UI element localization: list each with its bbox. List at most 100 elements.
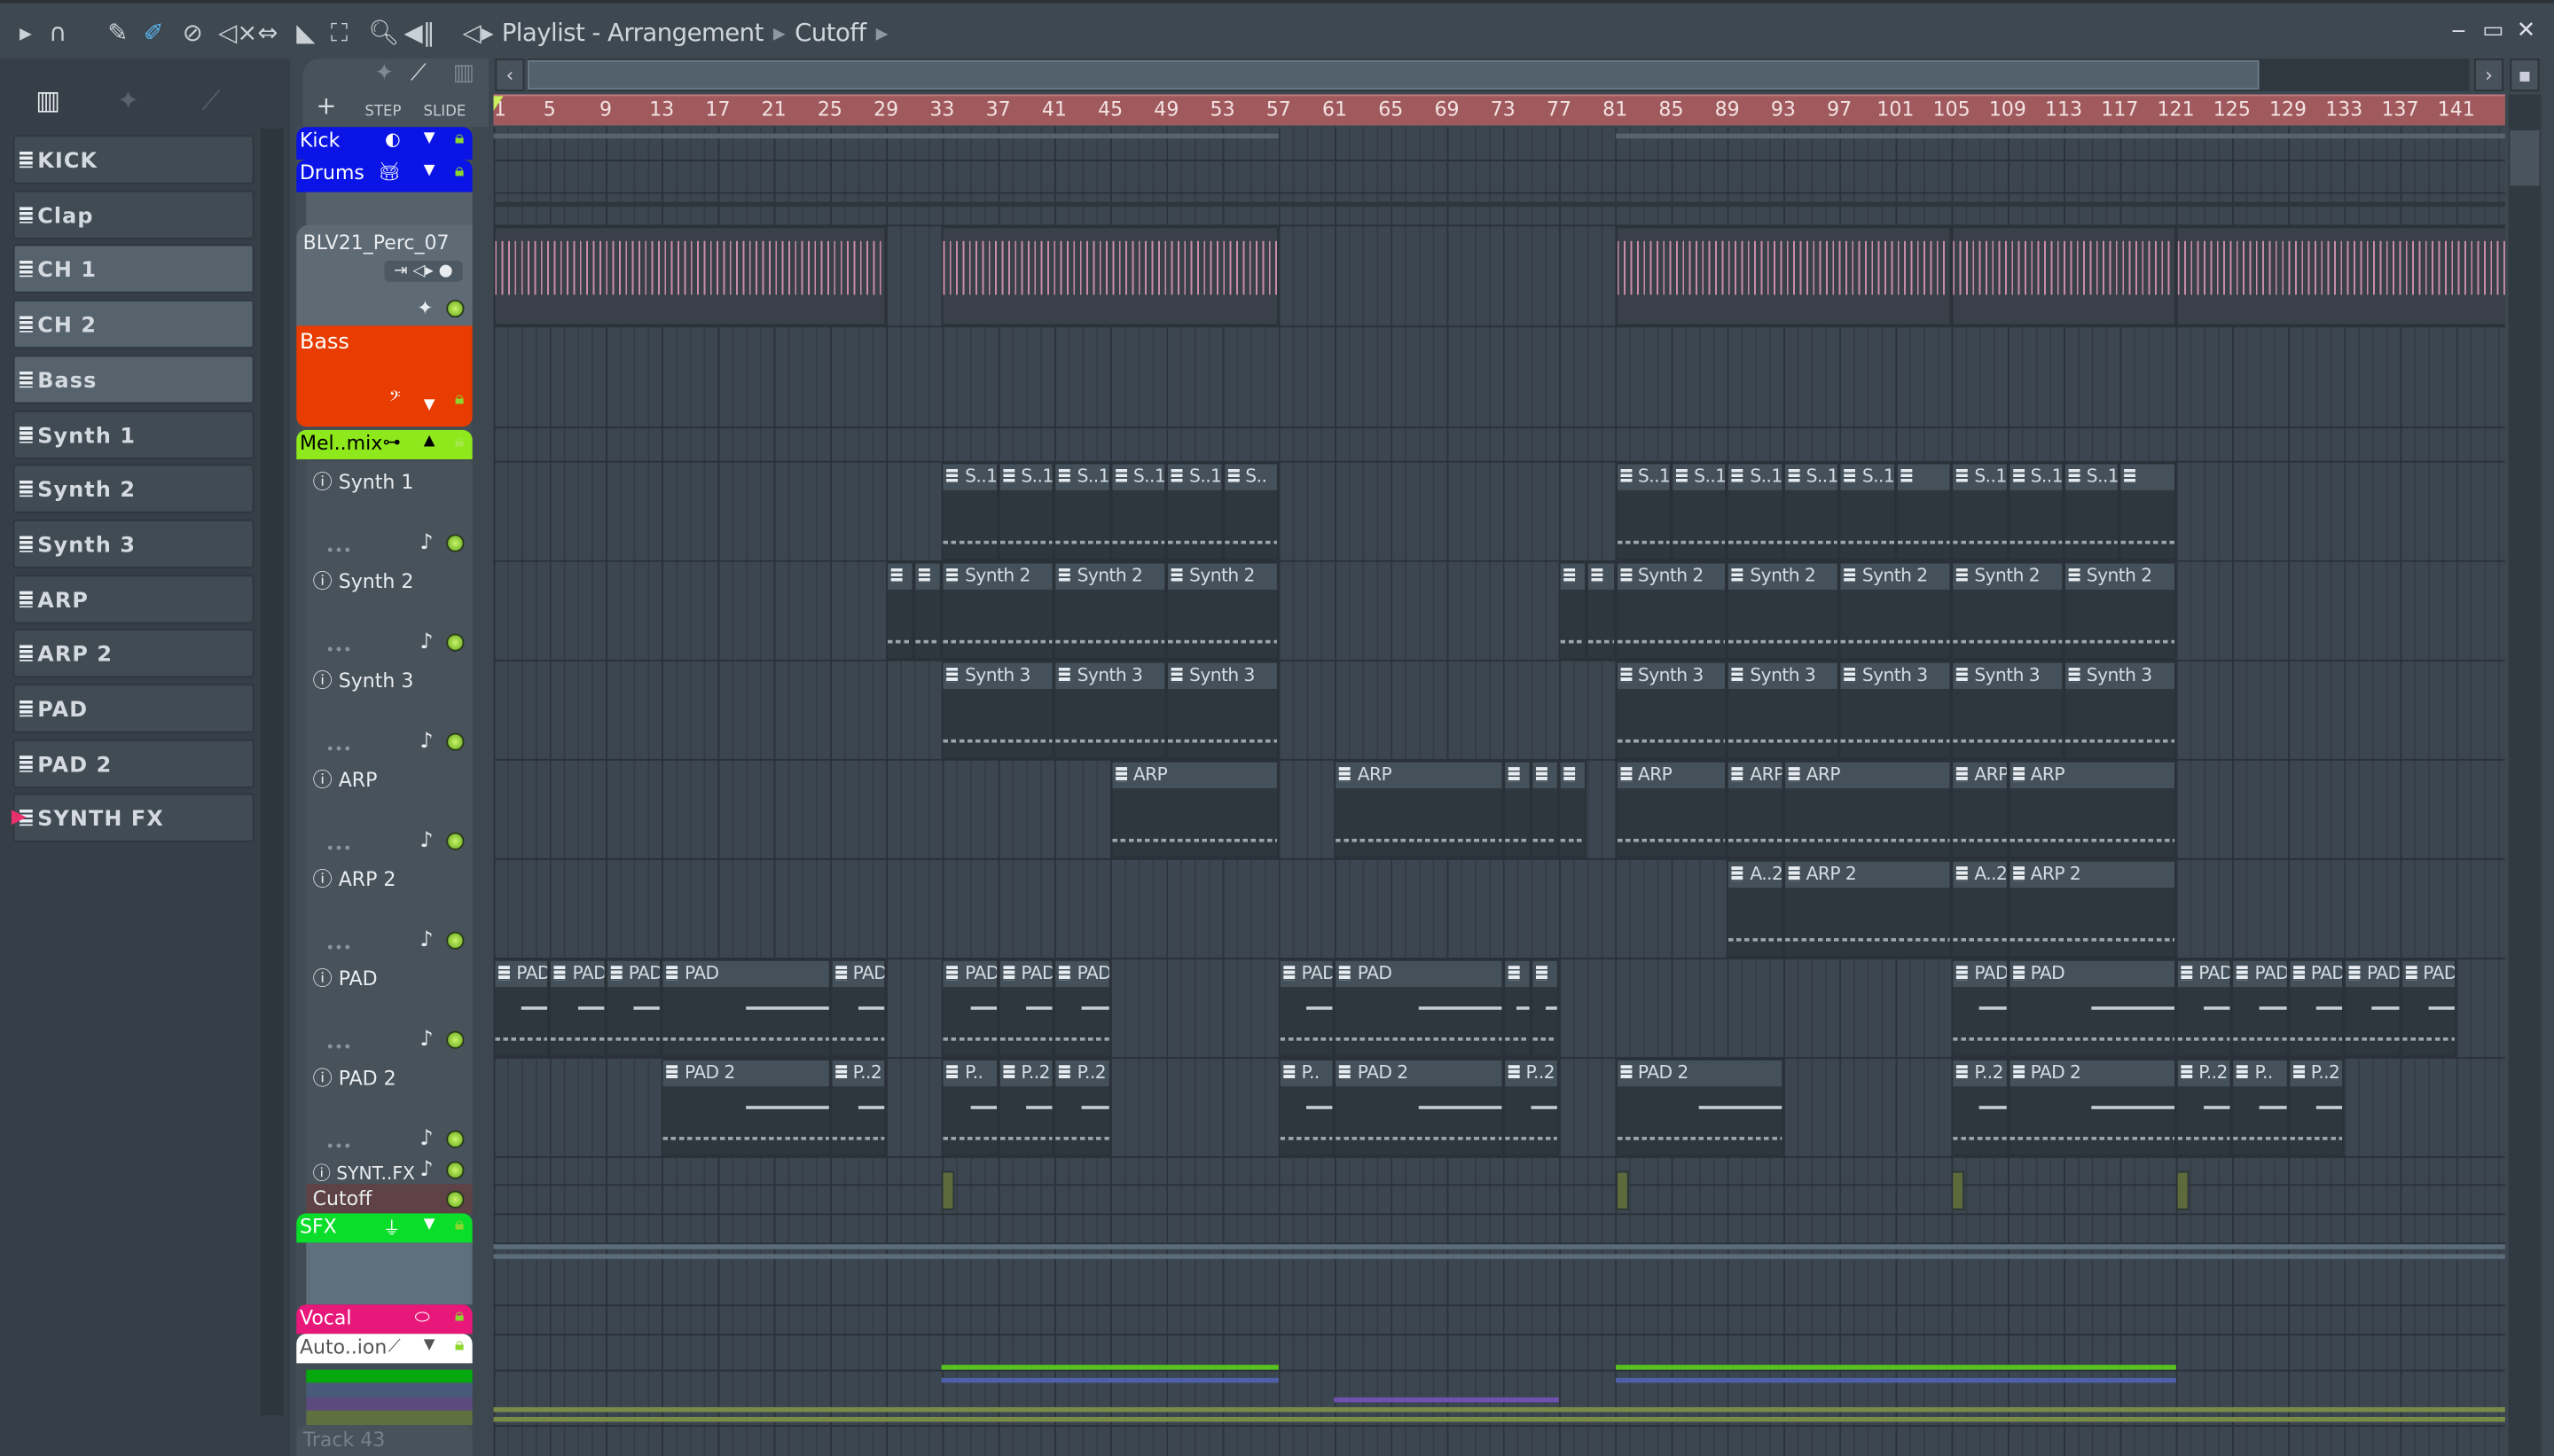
clip-arp2[interactable]: A..2	[1727, 859, 1783, 958]
track-header-synth3[interactable]: ⓘ Synth 3 ♪ •••	[306, 659, 473, 759]
clip-synth2[interactable]	[1558, 561, 1587, 660]
clip-pad2[interactable]: P..2	[2288, 1058, 2345, 1157]
clip-pad2[interactable]: P..	[942, 1058, 999, 1157]
clip-pad2[interactable]: P..2	[2175, 1058, 2232, 1157]
clip-pad[interactable]: PAD	[2007, 959, 2176, 1058]
automation-clip-icon[interactable]: ⟋	[411, 60, 427, 86]
clip-synth1[interactable]: S..1	[1782, 462, 1840, 560]
track-enable-led[interactable]	[446, 299, 465, 318]
clip-arp[interactable]	[1502, 760, 1532, 858]
select-icon[interactable]: ⛶	[331, 18, 348, 47]
clip-synth2[interactable]: Synth 2	[1951, 561, 2064, 660]
clip-pad[interactable]: PAD	[2288, 959, 2345, 1058]
track-header-pad[interactable]: ⓘ PAD ♪ •••	[306, 957, 473, 1058]
clip-synth1[interactable]: S..1	[1727, 462, 1783, 560]
clip-arp[interactable]	[1558, 760, 1587, 858]
clip-arp[interactable]: ARP	[1782, 760, 1952, 858]
channel-button[interactable]: Synth 2	[12, 464, 255, 513]
clip-arp[interactable]: ARP	[1615, 760, 1727, 858]
clip-pad[interactable]: PAD	[2400, 959, 2456, 1058]
clip-pad2[interactable]: PAD 2	[1335, 1058, 1503, 1157]
collapse-arrow-icon[interactable]: ▲	[424, 434, 435, 450]
track-header-perc[interactable]: BLV21_Perc_07 ⇥ ◁▸ ● ✦	[296, 224, 473, 326]
lock-icon[interactable]: 🔒︎	[455, 127, 465, 150]
breadcrumb-item[interactable]: Cutoff	[795, 18, 866, 47]
clip-pad[interactable]: PAD	[549, 959, 606, 1058]
clip-strip[interactable]	[493, 1416, 2505, 1422]
lock-icon[interactable]: 🔒︎	[455, 387, 465, 411]
pencil-icon[interactable]: ✎	[107, 18, 128, 47]
lock-icon[interactable]: 🔒︎	[455, 160, 465, 183]
clip-pad2[interactable]: PAD 2	[662, 1058, 830, 1157]
speaker-icon[interactable]: ◁▸	[463, 18, 494, 47]
clip-perc[interactable]	[1951, 226, 2176, 326]
playback-icon[interactable]: ◀‖	[404, 18, 435, 47]
clip-pad2[interactable]: P..2	[1951, 1058, 2008, 1157]
minimize-button[interactable]: ‒	[2451, 18, 2465, 43]
clip-strip[interactable]	[493, 201, 2505, 207]
track-header-kick[interactable]: Kick ◐ ▼ 🔒︎	[296, 127, 473, 160]
clip-synth2[interactable]: Synth 2	[1166, 561, 1279, 660]
clip-synth2[interactable]: Synth 2	[1615, 561, 1727, 660]
clip-synth1[interactable]	[1895, 462, 1952, 560]
clip-cutoff[interactable]	[2175, 1170, 2190, 1210]
track-header-synth1[interactable]: ⓘ Synth 1 ♪ •••	[306, 460, 473, 560]
clip-synth2[interactable]: Synth 2	[1839, 561, 1952, 660]
grip-dots[interactable]: •••	[325, 1140, 351, 1156]
dropdown-arrow-icon[interactable]: ▼	[424, 1337, 435, 1353]
paint-brush-icon[interactable]: ✐	[144, 18, 164, 47]
clip-pad[interactable]: PAD	[1951, 959, 2008, 1058]
clip-synth3[interactable]: Synth 3	[1054, 661, 1167, 759]
clip-strip[interactable]	[2175, 133, 2505, 139]
delete-icon[interactable]: ⊘	[183, 18, 203, 47]
clip-synth2[interactable]: Synth 2	[942, 561, 1054, 660]
track-header-synth2[interactable]: ⓘ Synth 2 ♪ •••	[306, 560, 473, 660]
clip-synth1[interactable]: S..1	[1054, 462, 1111, 560]
clip-arp2[interactable]: A..2	[1951, 859, 2008, 958]
clip-arp[interactable]: ARP	[1335, 760, 1503, 858]
track-header-bass[interactable]: Bass 𝄢 ▼ 🔒︎	[296, 325, 473, 427]
clip-pad2[interactable]: PAD 2	[1615, 1058, 1783, 1157]
clip-pad[interactable]: PAD	[942, 959, 999, 1058]
play-arrow-icon[interactable]: ▸	[20, 18, 32, 47]
clip-strip[interactable]	[942, 1365, 1279, 1370]
automation-icon[interactable]: ⟋	[202, 85, 221, 118]
track-enable-led[interactable]	[446, 1190, 465, 1209]
clip-pad2[interactable]: P..	[1278, 1058, 1336, 1157]
clip-synth2[interactable]	[886, 561, 914, 660]
clip-pad2[interactable]: PAD 2	[2007, 1058, 2176, 1157]
track-enable-led[interactable]	[446, 1161, 465, 1179]
clip-synth1[interactable]: S..1	[1110, 462, 1167, 560]
overview-scrollbar[interactable]	[528, 59, 2470, 91]
clip-synth2[interactable]: Synth 2	[1727, 561, 1840, 660]
clip-perc[interactable]	[942, 226, 1279, 326]
overview-menu-button[interactable]: ▪	[2510, 59, 2540, 91]
track-header-sfx[interactable]: SFX ⏚ ▼ 🔒︎	[296, 1213, 473, 1243]
grip-dots[interactable]: •••	[325, 1041, 351, 1057]
track-header-drums[interactable]: Drums 🥁︎ ▼ 🔒︎	[296, 159, 473, 192]
lock-icon[interactable]: 🔒︎	[455, 1334, 465, 1357]
piano-roll-icon[interactable]: ▥	[35, 85, 60, 116]
grip-dots[interactable]: •••	[325, 942, 351, 958]
clip-arp[interactable]: ARP	[2007, 760, 2176, 858]
track-enable-led[interactable]	[446, 633, 465, 652]
timeline-ruler[interactable]: 1 5 9 13 17 21 25 29 33 37 41 45 49 53 57 61 65 69 73 77 81 8…	[493, 94, 2505, 126]
channel-button[interactable]: Synth 1	[12, 409, 255, 459]
clip-cutoff[interactable]	[1951, 1170, 1965, 1210]
channel-button[interactable]: SYNTH FX ▶	[12, 794, 255, 843]
clip-strip[interactable]	[493, 1244, 2505, 1249]
clip-pad2[interactable]: P..2	[998, 1058, 1054, 1157]
track-enable-led[interactable]	[446, 534, 465, 552]
clip-synth1[interactable]: S..1	[2064, 462, 2120, 560]
clip-pad[interactable]: PAD	[2231, 959, 2289, 1058]
channel-button[interactable]: Synth 3	[12, 519, 255, 568]
clip-synth3[interactable]: Synth 3	[1951, 661, 2064, 759]
clip-synth3[interactable]: Synth 3	[1615, 661, 1727, 759]
clip-pad[interactable]	[1502, 959, 1532, 1058]
audio-wave-icon[interactable]: ✦	[117, 85, 139, 116]
track-header-pad2[interactable]: ⓘ PAD 2 ♪ •••	[306, 1057, 473, 1157]
clip-synth3[interactable]: Synth 3	[1839, 661, 1952, 759]
track-enable-led[interactable]	[446, 832, 465, 850]
channel-list-scrollbar[interactable]	[260, 129, 284, 1416]
clip-strip[interactable]	[942, 1377, 1279, 1383]
